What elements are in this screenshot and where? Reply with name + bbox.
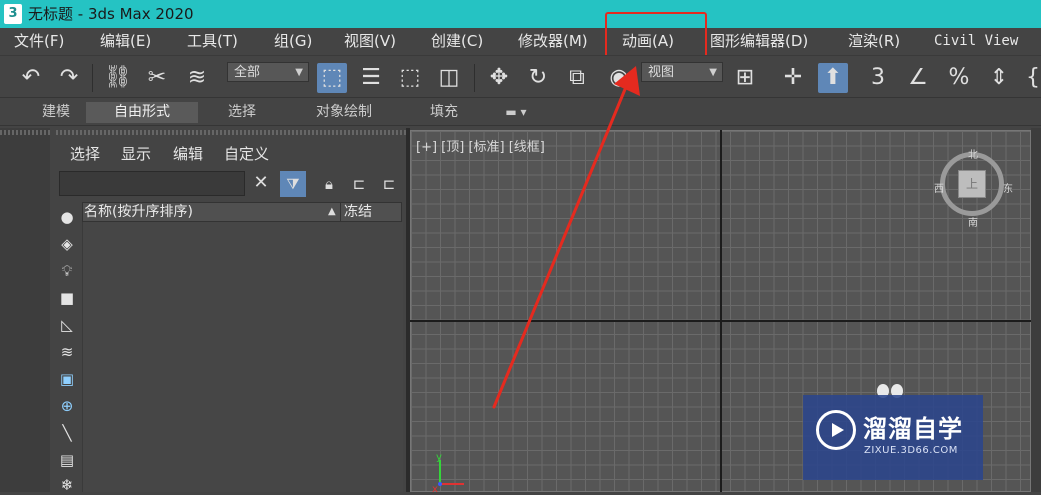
reference-coordinate-value: 视图 [648,65,675,80]
compass-north: 北 [968,150,978,161]
sort-ascending-icon: ▲ [328,206,336,217]
angle-snap-icon[interactable]: ∠ [903,63,933,93]
menu-file[interactable]: 文件(F) [14,31,64,51]
xref-filter-icon[interactable]: ⊕ [57,396,77,416]
axis-tripod-icon: y x [432,452,464,492]
explorer-search-input[interactable] [59,171,245,196]
menu-edit[interactable]: 编辑(E) [100,31,151,51]
rotate-icon[interactable]: ↻ [523,63,553,93]
main-toolbar: ↶ ↷ ⛓ ✂ ≋ 全部 ▼ ⬚ ☰ ⬚ ◫ ✥ ↻ ⧉ ◉ 视图 ▼ ⊞ ✛ … [0,55,1041,98]
toolbar-separator [92,64,93,92]
bind-spacewarp-icon[interactable]: ≋ [182,63,212,93]
menu-create[interactable]: 创建(C) [431,31,483,51]
spinner-snap-icon[interactable]: ⇕ [984,63,1014,93]
tab-object-paint[interactable]: 对象绘制 [300,102,388,123]
helper-filter-icon[interactable]: ◺ [57,315,77,335]
selection-filter-dropdown[interactable]: 全部 ▼ [227,62,309,82]
light-filter-icon[interactable]: 💡︎ [57,261,77,281]
shape-filter-icon[interactable]: ◈ [57,234,77,254]
compass-east: 东 [1003,184,1013,195]
frozen-filter-icon[interactable]: ❄ [57,475,77,495]
menu-group[interactable]: 组(G) [274,31,312,51]
menu-rendering[interactable]: 渲染(R) [848,31,900,51]
axis-y-label: y [436,452,442,463]
column-freeze-header[interactable]: 冻结 [344,202,372,222]
window-title: 无标题 - 3ds Max 2020 [28,5,194,23]
toolbar-separator [474,64,475,92]
keyboard-shortcut-icon[interactable]: ⬆ [818,63,848,93]
spacewarp-filter-icon[interactable]: ≋ [57,342,77,362]
3ds-max-logo-icon: 3 [4,4,22,24]
watermark-title: 溜溜自学 [863,415,963,443]
tab-freeform[interactable]: 自由形式 [86,102,198,123]
more-toolbar-icon[interactable]: { [1025,63,1041,93]
geometry-filter-icon[interactable]: ● [57,207,77,227]
right-panel-edge [1031,128,1041,492]
clear-search-icon[interactable]: ✕ [250,172,272,194]
hierarchy-icon[interactable]: ⊏ [348,173,370,195]
rect-region-icon[interactable]: ⬚ [395,63,425,93]
explorer-menu-customize[interactable]: 自定义 [224,144,269,164]
layer-hierarchy-icon[interactable]: ⊏ [378,173,400,195]
compass-south: 南 [968,218,978,229]
snap-3-icon[interactable]: 3 [863,63,893,93]
chevron-down-icon: ▼ [295,67,303,78]
compass-west: 西 [934,184,944,195]
menu-graph-editors[interactable]: 图形编辑器(D) [710,31,808,51]
menu-civil-view[interactable]: Civil View [934,31,1018,51]
axis-x-label: x [432,484,438,492]
tab-modeling[interactable]: 建模 [26,102,86,123]
menu-modifiers[interactable]: 修改器(M) [518,31,588,51]
move-icon[interactable]: ✥ [484,63,514,93]
unlink-icon[interactable]: ✂ [142,63,172,93]
select-object-icon[interactable]: ⬚ [317,63,347,93]
filter-icon[interactable]: ⧩ [280,171,306,197]
menu-tools[interactable]: 工具(T) [187,31,238,51]
viewcube-top-face[interactable]: 上 [958,170,986,198]
column-name-header[interactable]: 名称(按升序排序) [84,202,193,222]
percent-snap-icon[interactable]: % [944,63,974,93]
selection-filter-value: 全部 [234,65,261,80]
tab-populate[interactable]: 填充 [414,102,474,123]
left-command-strip [0,128,50,492]
watermark-play-icon [816,410,856,450]
manipulate-icon[interactable]: ✛ [778,63,808,93]
ribbon-options-icon[interactable]: ▬ ▾ [498,102,534,123]
tab-selection[interactable]: 选择 [212,102,272,123]
viewport-label[interactable]: [+] [顶] [标准] [线框] [416,139,545,157]
redo-icon[interactable]: ↷ [54,63,84,93]
camera-filter-icon[interactable]: ■ [57,288,77,308]
undo-icon[interactable]: ↶ [16,63,46,93]
explorer-menu-display[interactable]: 显示 [121,144,151,164]
window-crossing-icon[interactable]: ◫ [434,63,464,93]
scale-icon[interactable]: ⧉ [562,63,592,93]
strip-drag-handle[interactable] [0,130,50,135]
group-filter-icon[interactable]: ▣ [57,369,77,389]
pivot-icon[interactable]: ⊞ [730,63,760,93]
menu-bar: 文件(F) 编辑(E) 工具(T) 组(G) 视图(V) 创建(C) 修改器(M… [0,28,1041,55]
menu-views[interactable]: 视图(V) [344,31,396,51]
chevron-down-icon: ▼ [709,67,717,78]
explorer-menu-select[interactable]: 选择 [70,144,100,164]
select-by-name-icon[interactable]: ☰ [356,63,386,93]
explorer-drag-handle[interactable] [56,130,406,135]
explorer-menu-edit[interactable]: 编辑 [173,144,203,164]
reference-coordinate-dropdown[interactable]: 视图 ▼ [641,62,723,82]
ribbon-tabs: 建模 自由形式 选择 对象绘制 填充 ▬ ▾ [0,97,1041,126]
watermark-subtitle: ZIXUE.3D66.COM [864,445,958,456]
bone-filter-icon[interactable]: ╲ [57,423,77,443]
container-filter-icon[interactable]: ▤ [57,450,77,470]
lock-icon[interactable]: 🔒︎ [318,173,340,195]
explorer-object-list[interactable] [82,222,403,492]
viewport-vertical-axis [720,130,722,492]
link-icon[interactable]: ⛓ [103,63,133,93]
placement-icon[interactable]: ◉ [604,63,634,93]
column-divider[interactable] [340,202,341,222]
